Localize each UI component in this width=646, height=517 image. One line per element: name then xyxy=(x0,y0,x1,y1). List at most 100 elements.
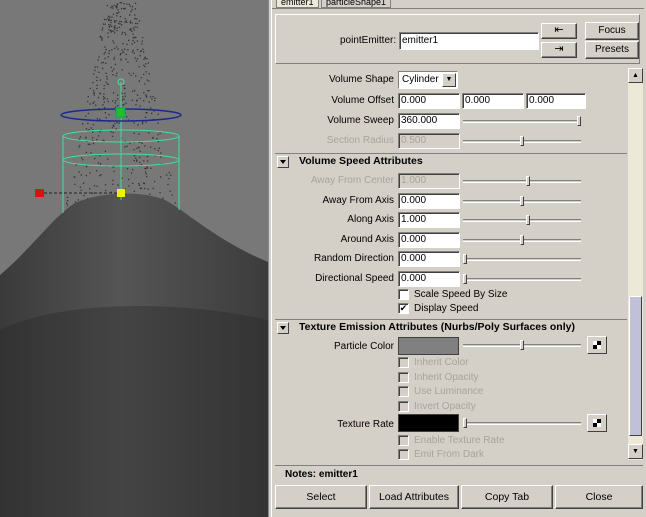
invert-opacity-label: Invert Opacity xyxy=(414,401,476,412)
slider-knob[interactable] xyxy=(463,254,467,265)
load-node-button[interactable]: ⇥ xyxy=(541,42,577,58)
collapse-section-icon[interactable] xyxy=(277,322,289,334)
particle-dot xyxy=(103,98,105,100)
particle-dot xyxy=(111,25,113,27)
enable-texture-rate-label: Enable Texture Rate xyxy=(414,435,505,446)
copy-tab-button[interactable]: Copy Tab xyxy=(461,485,553,509)
slider-knob[interactable] xyxy=(463,418,467,428)
random-direction-field[interactable]: 0.000 xyxy=(398,251,460,268)
scale-speed-by-size-checkbox[interactable] xyxy=(398,289,409,300)
particle-dot xyxy=(128,3,130,5)
particle-dot xyxy=(139,97,141,100)
particle-dot xyxy=(127,49,129,51)
slider-knob[interactable] xyxy=(520,234,524,245)
away-from-axis-field[interactable]: 0.000 xyxy=(398,192,460,209)
node-name-field[interactable]: emitter1 xyxy=(399,32,539,50)
volume-speed-section-header[interactable]: Volume Speed Attributes xyxy=(275,153,627,170)
particle-dot xyxy=(97,96,100,99)
particle-dot xyxy=(131,6,134,8)
particle-dot xyxy=(148,90,150,92)
texture-rate-swatch[interactable] xyxy=(398,414,459,432)
particle-dot xyxy=(85,115,87,117)
slider-knob[interactable] xyxy=(526,215,530,226)
particle-color-slider[interactable] xyxy=(463,340,581,350)
tab-emitter1[interactable]: emitter1 xyxy=(276,0,319,8)
vertical-scrollbar[interactable]: ▲ ▼ xyxy=(627,68,643,460)
viewport-3d[interactable] xyxy=(0,0,268,517)
particle-dot xyxy=(107,32,109,34)
particle-dot xyxy=(135,36,137,38)
particle-dot xyxy=(121,177,123,179)
pivot-handle[interactable] xyxy=(117,189,125,197)
particle-dot xyxy=(92,90,95,92)
particle-dot xyxy=(94,157,96,160)
particle-dot xyxy=(98,71,100,73)
particle-dot xyxy=(82,182,85,184)
close-button[interactable]: Close xyxy=(555,485,643,509)
particle-dot xyxy=(136,94,139,96)
particle-dot xyxy=(135,75,137,77)
away-from-axis-slider[interactable] xyxy=(463,195,581,206)
tab-particleshape1[interactable]: particleShape1 xyxy=(321,0,392,8)
volume-shape-label: Volume Shape xyxy=(328,74,394,85)
scrollbar-thumb[interactable] xyxy=(629,296,642,436)
display-speed-checkbox[interactable]: ✔ xyxy=(398,303,409,314)
load-attributes-button[interactable]: Load Attributes xyxy=(369,485,459,509)
center-manipulator-handle[interactable] xyxy=(115,107,126,118)
volume-sweep-slider[interactable] xyxy=(463,116,581,126)
slider-knob[interactable] xyxy=(520,195,524,206)
around-axis-field[interactable]: 0.000 xyxy=(398,231,460,248)
particle-dot xyxy=(150,107,152,109)
focus-button[interactable]: Focus xyxy=(585,22,639,40)
slider-knob[interactable] xyxy=(463,274,467,284)
texture-rate-map-button[interactable] xyxy=(587,414,607,432)
x-axis-handle[interactable] xyxy=(35,189,44,197)
volume-offset-y-field[interactable]: 0.000 xyxy=(462,93,524,109)
particle-dot xyxy=(104,23,106,25)
attributes-scroll-area[interactable]: Volume Shape Cylinder ▼ Volume Offset 0.… xyxy=(275,68,627,460)
texture-emission-section-header[interactable]: Texture Emission Attributes (Nurbs/Poly … xyxy=(275,319,627,336)
along-axis-field[interactable]: 1.000 xyxy=(398,212,460,229)
volume-offset-x-field[interactable]: 0.000 xyxy=(398,93,460,109)
particle-dot xyxy=(144,167,146,170)
particle-dot xyxy=(107,17,109,19)
slider-knob[interactable] xyxy=(577,116,581,126)
select-node-button[interactable]: ⇤ xyxy=(541,23,577,39)
collapse-section-icon[interactable] xyxy=(277,156,289,168)
particle-dot xyxy=(147,160,149,162)
particle-dot xyxy=(144,57,147,59)
particle-dot xyxy=(120,52,122,55)
particle-color-swatch[interactable] xyxy=(398,337,459,355)
volume-sweep-field[interactable]: 360.000 xyxy=(398,113,460,129)
particle-dot xyxy=(78,171,80,173)
chevron-down-icon[interactable]: ▼ xyxy=(442,73,456,87)
volume-shape-dropdown[interactable]: Cylinder ▼ xyxy=(398,71,458,89)
particle-dot xyxy=(89,103,91,105)
particle-dot xyxy=(133,159,135,162)
particle-dot xyxy=(133,190,135,192)
particle-dot xyxy=(74,201,77,203)
particle-dot xyxy=(66,196,69,198)
directional-speed-field[interactable]: 0.000 xyxy=(398,271,460,287)
particle-color-map-button[interactable] xyxy=(587,336,607,354)
particle-dot xyxy=(170,174,172,176)
slider-knob[interactable] xyxy=(520,340,524,350)
particle-dot xyxy=(113,56,116,59)
along-axis-slider[interactable] xyxy=(463,215,581,226)
inherit-color-label: Inherit Color xyxy=(414,357,469,368)
particle-dot xyxy=(114,25,116,27)
particle-dot xyxy=(129,22,131,24)
select-button[interactable]: Select xyxy=(275,485,367,509)
viewport-scene[interactable] xyxy=(0,0,268,517)
directional-speed-slider[interactable] xyxy=(463,274,581,284)
presets-button[interactable]: Presets xyxy=(585,41,639,59)
around-axis-slider[interactable] xyxy=(463,234,581,245)
volume-offset-z-field[interactable]: 0.000 xyxy=(526,93,586,109)
scroll-down-icon[interactable]: ▼ xyxy=(628,444,643,459)
texture-rate-slider[interactable] xyxy=(463,418,581,428)
particle-dot xyxy=(136,40,139,42)
particle-dot xyxy=(138,80,140,82)
particle-dot xyxy=(150,146,152,148)
random-direction-slider[interactable] xyxy=(463,254,581,265)
scroll-up-icon[interactable]: ▲ xyxy=(628,68,643,83)
